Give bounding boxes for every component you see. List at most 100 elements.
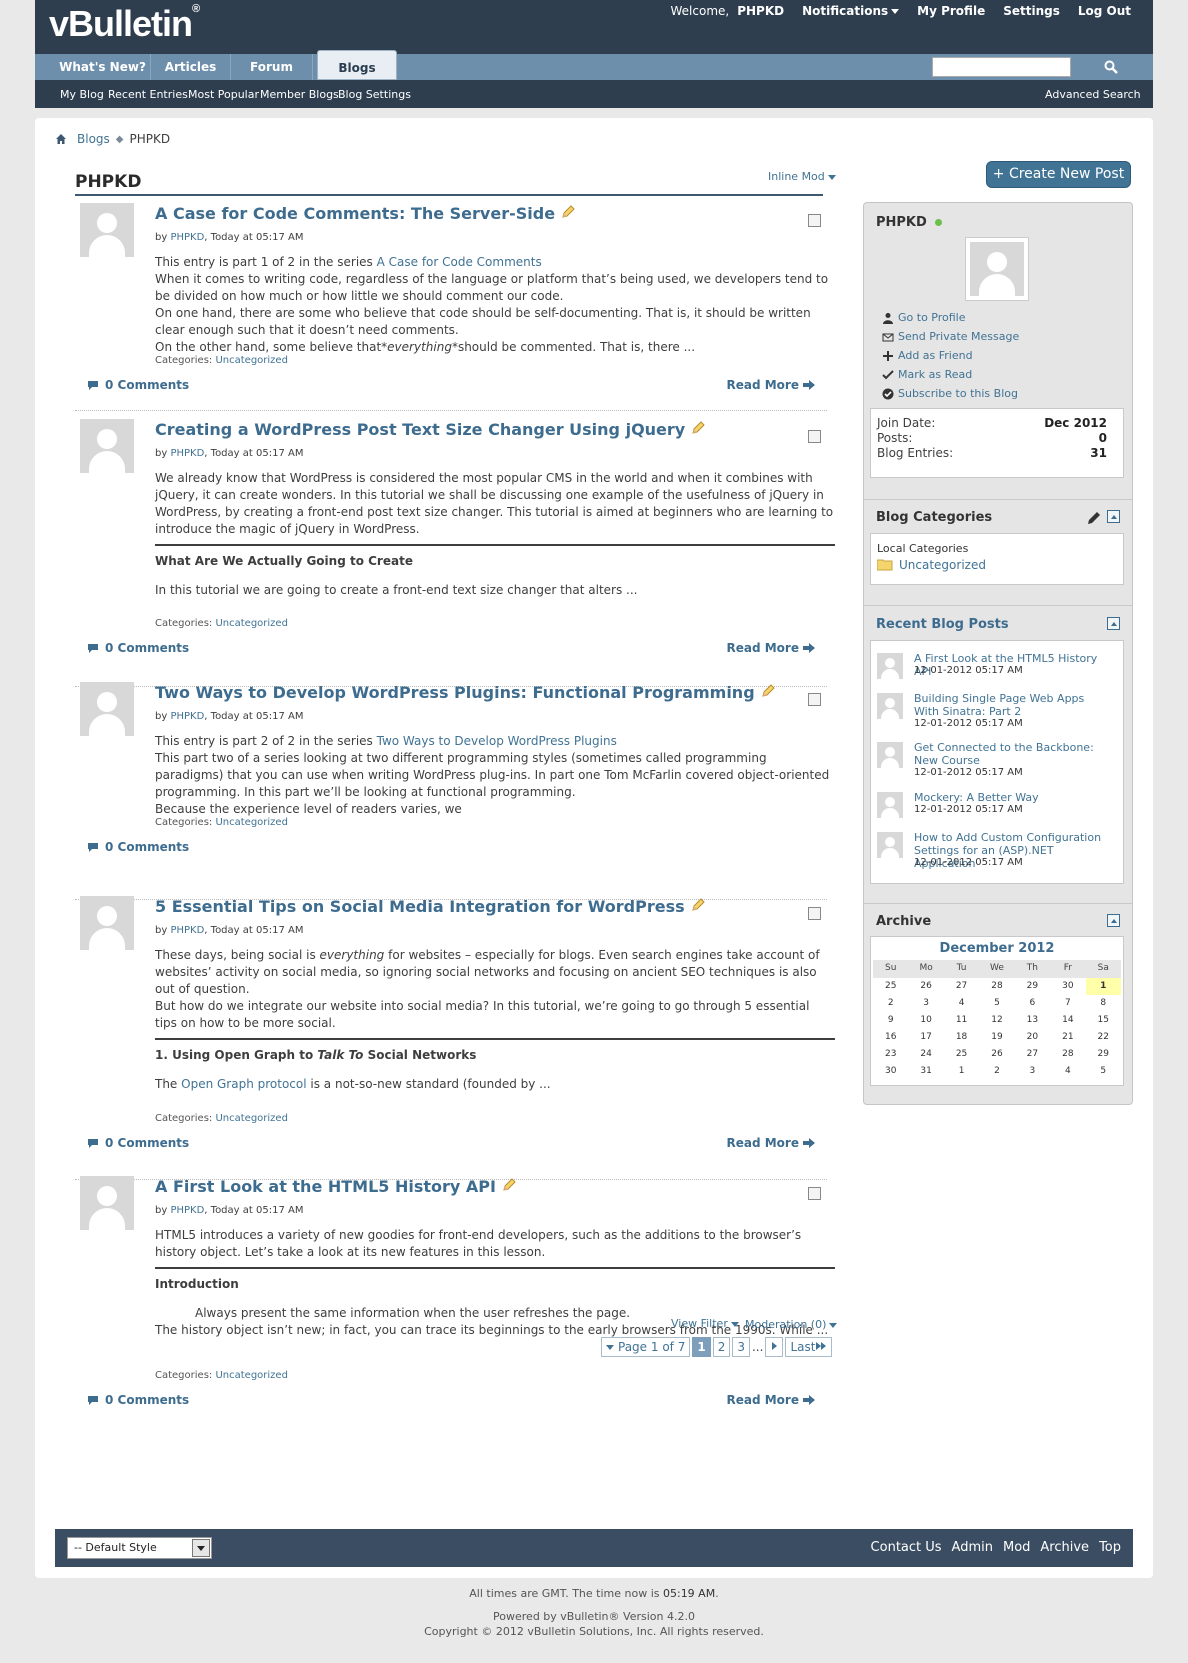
next-page-button[interactable]: [765, 1337, 784, 1357]
subscribe-link[interactable]: Subscribe to this Blog: [882, 387, 1018, 400]
home-icon[interactable]: [55, 133, 67, 145]
calendar-day[interactable]: 26: [908, 978, 943, 995]
comments-link[interactable]: 0 Comments: [87, 1136, 189, 1150]
post-select-checkbox[interactable]: [808, 430, 821, 443]
comments-link[interactable]: 0 Comments: [87, 641, 189, 655]
last-page-button[interactable]: Last: [785, 1337, 833, 1357]
post-select-checkbox[interactable]: [808, 1187, 821, 1200]
calendar-day[interactable]: 25: [873, 978, 908, 995]
subnav-member-blogs[interactable]: Member Blogs: [260, 88, 339, 101]
my-profile-link[interactable]: My Profile: [917, 4, 985, 18]
calendar-day[interactable]: 25: [944, 1046, 979, 1063]
calendar-day[interactable]: 18: [944, 1029, 979, 1046]
post-select-checkbox[interactable]: [808, 214, 821, 227]
calendar-day[interactable]: 21: [1050, 1029, 1085, 1046]
read-more-link[interactable]: Read More: [727, 1136, 815, 1150]
breadcrumb-blogs[interactable]: Blogs: [77, 132, 110, 146]
profile-avatar[interactable]: [965, 237, 1029, 301]
add-as-friend-link[interactable]: Add as Friend: [882, 349, 973, 362]
collapse-archive-button[interactable]: [1107, 914, 1120, 927]
calendar-day[interactable]: 27: [1015, 1046, 1050, 1063]
author-avatar[interactable]: [80, 1176, 134, 1230]
calendar-day[interactable]: 31: [908, 1063, 943, 1080]
calendar-day[interactable]: 19: [979, 1029, 1014, 1046]
category-uncategorized[interactable]: Uncategorized: [877, 558, 986, 572]
calendar-day[interactable]: 11: [944, 1012, 979, 1029]
calendar-day[interactable]: 26: [979, 1046, 1014, 1063]
go-to-profile-link[interactable]: Go to Profile: [882, 311, 966, 324]
moderation-menu[interactable]: Moderation (0): [745, 1318, 838, 1331]
subnav-most-popular[interactable]: Most Popular: [188, 88, 259, 101]
author-avatar[interactable]: [80, 203, 134, 257]
post-title[interactable]: Two Ways to Develop WordPress Plugins: F…: [155, 683, 776, 702]
recent-post-avatar[interactable]: [877, 693, 903, 719]
post-title[interactable]: A First Look at the HTML5 History API: [155, 1177, 517, 1196]
calendar-day[interactable]: 30: [873, 1063, 908, 1080]
edit-pencil-icon[interactable]: [501, 1177, 517, 1193]
style-selector[interactable]: -- Default Style: [67, 1537, 212, 1559]
subnav-my-blog[interactable]: My Blog: [60, 88, 104, 101]
calendar-month[interactable]: December 2012: [873, 940, 1121, 960]
calendar-day[interactable]: 6: [1015, 995, 1050, 1012]
page-jump-dropdown[interactable]: Page 1 of 7: [601, 1337, 691, 1357]
vbulletin-logo[interactable]: vBulletin®: [49, 2, 200, 50]
calendar-day[interactable]: 4: [1050, 1063, 1085, 1080]
send-private-message-link[interactable]: Send Private Message: [882, 330, 1019, 343]
comments-link[interactable]: 0 Comments: [87, 1393, 189, 1407]
tab-articles[interactable]: Articles: [151, 54, 231, 80]
author-link[interactable]: PHPKD: [170, 1205, 204, 1216]
notifications-menu[interactable]: Notifications: [802, 4, 900, 18]
contact-us-link[interactable]: Contact Us: [871, 1540, 942, 1555]
calendar-day[interactable]: 4: [944, 995, 979, 1012]
search-input[interactable]: [932, 57, 1071, 77]
calendar-day[interactable]: 23: [873, 1046, 908, 1063]
calendar-day[interactable]: 29: [1015, 978, 1050, 995]
recent-post-avatar[interactable]: [877, 792, 903, 818]
post-select-checkbox[interactable]: [808, 693, 821, 706]
edit-pencil-icon[interactable]: [760, 683, 776, 699]
calendar-day[interactable]: 22: [1086, 1029, 1121, 1046]
recent-post-title[interactable]: Building Single Page Web Apps With Sinat…: [914, 692, 1104, 718]
settings-link[interactable]: Settings: [1003, 4, 1060, 18]
author-link[interactable]: PHPKD: [170, 711, 204, 722]
create-new-post-button[interactable]: + Create New Post: [986, 161, 1131, 188]
tab-forum[interactable]: Forum: [231, 54, 313, 80]
view-filter-menu[interactable]: View Filter: [671, 1317, 739, 1330]
calendar-day[interactable]: 29: [1086, 1046, 1121, 1063]
calendar-day[interactable]: 15: [1086, 1012, 1121, 1029]
series-link[interactable]: A Case for Code Comments: [377, 255, 542, 269]
edit-pencil-icon[interactable]: [560, 204, 576, 220]
comments-link[interactable]: 0 Comments: [87, 378, 189, 392]
calendar-day[interactable]: 13: [1015, 1012, 1050, 1029]
inline-mod-menu[interactable]: Inline Mod: [768, 170, 836, 183]
calendar-day[interactable]: 28: [979, 978, 1014, 995]
edit-pencil-icon[interactable]: [690, 897, 706, 913]
recent-post-avatar[interactable]: [877, 742, 903, 768]
page-3[interactable]: 3: [732, 1337, 750, 1357]
series-link[interactable]: Two Ways to Develop WordPress Plugins: [377, 734, 617, 748]
recent-post-title[interactable]: Mockery: A Better Way: [914, 791, 1104, 804]
search-button[interactable]: [1098, 54, 1124, 80]
calendar-day[interactable]: 5: [979, 995, 1014, 1012]
author-link[interactable]: PHPKD: [170, 232, 204, 243]
calendar-day[interactable]: 7: [1050, 995, 1085, 1012]
author-avatar[interactable]: [80, 419, 134, 473]
category-link[interactable]: Uncategorized: [215, 1113, 287, 1124]
calendar-day[interactable]: 10: [908, 1012, 943, 1029]
calendar-day[interactable]: 12: [979, 1012, 1014, 1029]
calendar-day[interactable]: 28: [1050, 1046, 1085, 1063]
read-more-link[interactable]: Read More: [727, 641, 815, 655]
collapse-categories-button[interactable]: [1107, 510, 1120, 523]
read-more-link[interactable]: Read More: [727, 1393, 815, 1407]
username-link[interactable]: PHPKD: [737, 4, 784, 18]
category-link[interactable]: Uncategorized: [215, 618, 287, 629]
calendar-day[interactable]: 24: [908, 1046, 943, 1063]
edit-pencil-icon[interactable]: [1086, 510, 1102, 526]
top-link[interactable]: Top: [1099, 1540, 1121, 1555]
tab-whats-new[interactable]: What's New?: [55, 54, 151, 80]
author-avatar[interactable]: [80, 682, 134, 736]
comments-link[interactable]: 0 Comments: [87, 840, 189, 854]
edit-pencil-icon[interactable]: [690, 420, 706, 436]
archive-link[interactable]: Archive: [1040, 1540, 1089, 1555]
mod-link[interactable]: Mod: [1003, 1540, 1030, 1555]
